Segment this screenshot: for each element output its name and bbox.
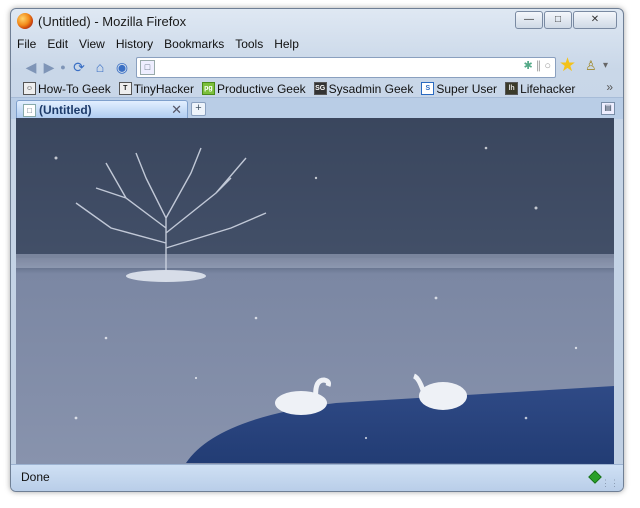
search-icon[interactable]: ◉ [112, 57, 132, 77]
bookmark-lifehacker[interactable]: lh Lifehacker [505, 82, 575, 96]
pg-icon: pg [201, 82, 215, 95]
addon-icon[interactable]: ✱ [524, 60, 533, 72]
bookmarks-toolbar: ☺ How-To Geek T TinyHacker pg Productive… [11, 80, 623, 97]
firefox-icon [17, 13, 33, 29]
sg-icon: SG [313, 82, 327, 95]
menu-file[interactable]: File [11, 35, 41, 53]
bookmark-super-user[interactable]: S Super User [421, 82, 497, 96]
su-icon: S [421, 82, 435, 95]
menu-edit[interactable]: Edit [41, 35, 73, 53]
url-bar-icons: ✱ ∥ ○ [524, 59, 552, 72]
bookmark-sysadmin-geek[interactable]: SG Sysadmin Geek [313, 81, 414, 96]
navigation-toolbar: ◀ ▶ ● ⟳ ⌂ ◉ □ ✱ ∥ ○ ★ ♙ ▾ [11, 54, 623, 80]
window-controls: — □ ✕ [514, 11, 617, 29]
tab-untitled[interactable]: □ (Untitled) ✕ [16, 100, 188, 120]
bookmark-star-icon[interactable]: ★ [559, 56, 576, 76]
status-bar: Done ⋮⋮ [11, 464, 623, 491]
tab-favicon-icon: □ [23, 104, 36, 117]
url-bar[interactable]: □ ✱ ∥ ○ [136, 57, 556, 78]
rss-icon[interactable]: ∥ [536, 60, 542, 72]
bookmark-label: How-To Geek [38, 81, 111, 96]
title-bar: (Untitled) - Mozilla Firefox — □ ✕ [11, 9, 623, 33]
browser-window: (Untitled) - Mozilla Firefox — □ ✕ File … [10, 8, 624, 492]
bookmark-label: Lifehacker [520, 81, 576, 96]
bookmark-how-to-geek[interactable]: ☺ How-To Geek [23, 82, 111, 96]
bookmark-tinyhacker[interactable]: T TinyHacker [118, 81, 194, 96]
bookmark-label: Super User [436, 81, 498, 96]
tinyhacker-icon: T [118, 82, 132, 95]
snowy-lake-swans-image [16, 118, 614, 464]
home-icon[interactable]: ⌂ [90, 57, 110, 77]
page-content [16, 118, 614, 464]
bookmark-label: TinyHacker [133, 81, 194, 96]
bookmarks-overflow-icon[interactable]: » [606, 80, 613, 94]
menu-help[interactable]: Help [268, 35, 304, 53]
window-title: (Untitled) - Mozilla Firefox [38, 14, 187, 29]
menu-bookmarks[interactable]: Bookmarks [158, 35, 229, 53]
new-tab-button[interactable]: + [191, 102, 206, 116]
htg-icon: ☺ [23, 82, 36, 95]
tab-strip: □ (Untitled) ✕ + ▤ [11, 97, 623, 120]
menu-history[interactable]: History [110, 35, 158, 53]
user-icon[interactable]: ♙ [585, 58, 597, 74]
list-all-tabs-icon[interactable]: ▤ [601, 102, 615, 115]
tab-title: (Untitled) [39, 103, 92, 117]
close-tab-icon[interactable]: ✕ [171, 102, 182, 118]
reload-icon[interactable]: ⟳ [69, 57, 89, 77]
bookmark-productive-geek[interactable]: pg Productive Geek [201, 81, 306, 96]
menu-view[interactable]: View [73, 35, 110, 53]
minimize-button[interactable]: — [515, 11, 543, 29]
menu-bar: File Edit View History Bookmarks Tools H… [11, 35, 623, 53]
menu-tools[interactable]: Tools [229, 35, 268, 53]
lh-icon: lh [505, 82, 519, 95]
page-favicon-icon: □ [140, 60, 155, 75]
status-text: Done [21, 470, 50, 484]
chevron-down-icon[interactable]: ▾ [603, 60, 608, 71]
go-icon[interactable]: ○ [544, 60, 551, 72]
resize-grip-icon[interactable]: ⋮⋮ [601, 478, 619, 489]
maximize-button[interactable]: □ [544, 11, 572, 29]
status-addon-icon[interactable] [588, 470, 602, 484]
bookmark-label: Productive Geek [216, 81, 306, 96]
bookmark-label: Sysadmin Geek [328, 81, 414, 96]
close-window-button[interactable]: ✕ [573, 11, 617, 29]
back-icon[interactable]: ◀ [21, 57, 41, 77]
